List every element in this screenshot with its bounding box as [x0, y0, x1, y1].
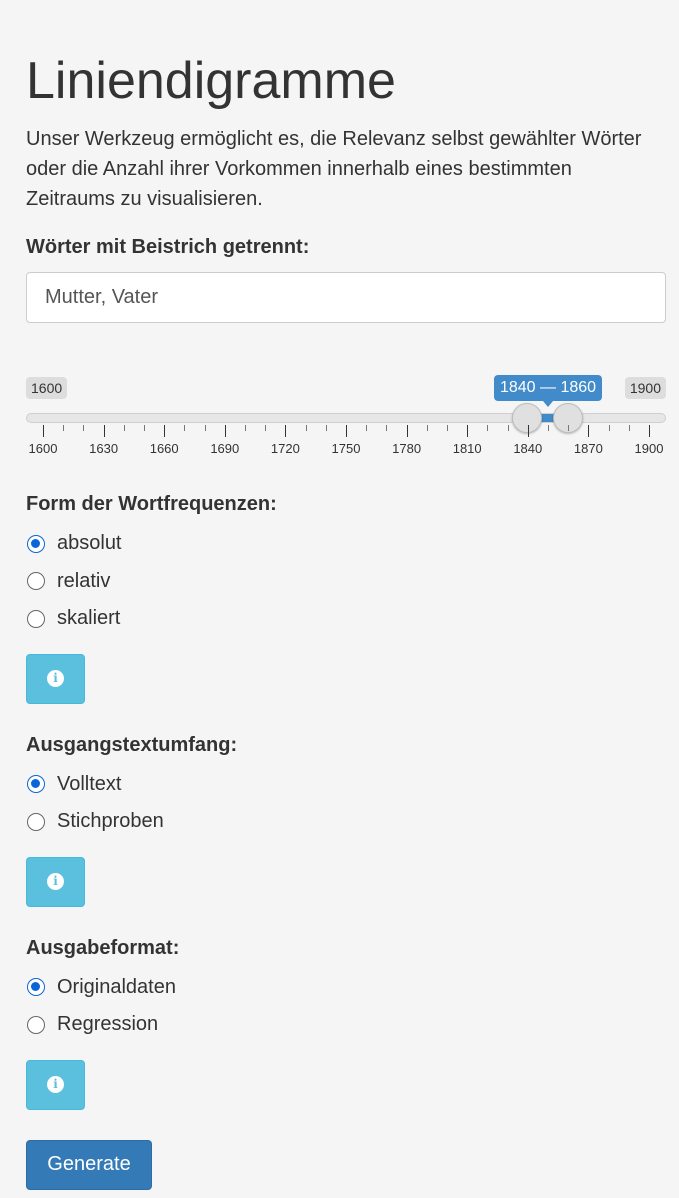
slider-tick-label: 1900: [634, 441, 664, 456]
radio-label: absolut: [57, 532, 122, 555]
frequency-label: Form der Wortfrequenzen:: [26, 493, 277, 515]
slider-major-tick: [527, 425, 529, 437]
radio-button[interactable]: [27, 812, 45, 831]
slider-minor-tick: [265, 425, 267, 431]
info-circle-icon: i: [47, 1076, 64, 1093]
radio-button[interactable]: [27, 609, 45, 628]
scope-radio-group: Volltext Stichproben: [26, 766, 666, 841]
output-label: Ausgabeformat:: [26, 936, 180, 959]
slider-major-tick: [346, 425, 347, 437]
radio-relativ[interactable]: relativ: [26, 563, 666, 601]
slider-major-tick: [103, 425, 105, 437]
slider-ticks: 1600 1630 1660 1690 1720 1750 1780 1810 1840 1870…: [26, 423, 666, 463]
radio-button[interactable]: [27, 572, 45, 591]
slider-tick-label: 1600: [28, 441, 58, 456]
words-input[interactable]: [26, 272, 666, 323]
year-range-slider[interactable]: 1600 1900 1840 — 1860 1600 1630 1660 1690 17…: [26, 363, 666, 463]
slider-minor-tick: [386, 425, 388, 431]
radio-label: relativ: [57, 569, 111, 592]
intro-text: Unser Werkzeug ermöglicht es, die Releva…: [26, 128, 642, 210]
slider-tick-label: 1780: [392, 441, 422, 456]
slider-tick-label: 1720: [270, 441, 300, 456]
slider-major-tick: [224, 425, 226, 437]
radio-button-checked[interactable]: [27, 775, 45, 794]
slider-minor-tick: [63, 425, 65, 431]
slider-minor-tick: [245, 425, 246, 431]
slider-major-tick: [164, 425, 166, 437]
generate-button[interactable]: Generate: [26, 1139, 152, 1190]
slider-minor-tick: [628, 425, 630, 431]
slider-major-tick: [588, 425, 590, 437]
radio-label: Stichproben: [57, 810, 164, 833]
radio-button-checked[interactable]: [27, 978, 45, 997]
frequency-radio-group: absolut relativ skaliert: [26, 525, 666, 638]
radio-label: Volltext: [57, 772, 122, 795]
output-info-button[interactable]: i: [26, 1059, 85, 1110]
radio-label: Regression: [57, 1013, 159, 1036]
slider-minor-tick: [548, 425, 549, 431]
slider-major-tick: [43, 425, 44, 437]
slider-minor-tick: [568, 425, 570, 431]
slider-minor-tick: [144, 425, 145, 431]
slider-tick-label: 1660: [149, 441, 179, 456]
words-label: Wörter mit Beistrich getrennt:: [26, 236, 310, 258]
slider-minor-tick: [204, 425, 206, 431]
slider-minor-tick: [426, 425, 428, 431]
slider-minor-tick: [447, 425, 448, 431]
slider-major-tick: [649, 425, 650, 437]
radio-volltext[interactable]: Volltext: [26, 766, 666, 804]
output-radio-group: Originaldaten Regression: [26, 969, 666, 1044]
slider-tick-label: 1840: [513, 441, 543, 456]
radio-regression[interactable]: Regression: [26, 1006, 666, 1044]
radio-absolut[interactable]: absolut: [26, 525, 666, 563]
info-circle-icon: i: [47, 873, 64, 890]
slider-min-label: 1600: [26, 377, 68, 399]
slider-minor-tick: [305, 425, 307, 431]
radio-skaliert[interactable]: skaliert: [26, 600, 666, 638]
info-circle-icon: i: [47, 670, 64, 687]
slider-minor-tick: [123, 425, 125, 431]
slider-major-tick: [467, 425, 469, 437]
slider-major-tick: [406, 425, 408, 437]
slider-minor-tick: [608, 425, 610, 431]
page-title: Liniendigramme: [26, 52, 396, 110]
slider-minor-tick: [507, 425, 509, 431]
radio-label: skaliert: [57, 607, 121, 630]
radio-originaldaten[interactable]: Originaldaten: [26, 969, 666, 1007]
slider-major-tick: [285, 425, 287, 437]
slider-minor-tick: [487, 425, 489, 431]
slider-minor-tick: [184, 425, 186, 431]
radio-button[interactable]: [27, 1015, 45, 1034]
slider-tick-label: 1690: [210, 441, 240, 456]
slider-minor-tick: [325, 425, 327, 431]
main-container: Liniendigramme Unser Werkzeug ermöglicht…: [0, 0, 679, 1190]
scope-info-button[interactable]: i: [26, 856, 85, 907]
slider-tick-label: 1630: [89, 441, 119, 456]
scope-label: Ausgangstextumfang:: [26, 733, 238, 756]
slider-tick-label: 1750: [331, 441, 361, 456]
slider-minor-tick: [366, 425, 368, 431]
slider-minor-tick: [83, 425, 85, 431]
slider-range-label: 1840 — 1860: [494, 375, 602, 407]
slider-max-label: 1900: [624, 377, 666, 399]
slider-tick-label: 1810: [452, 441, 482, 456]
radio-button-checked[interactable]: [27, 534, 45, 553]
slider-tick-label: 1870: [573, 441, 603, 456]
radio-stichproben[interactable]: Stichproben: [26, 803, 666, 841]
radio-label: Originaldaten: [57, 975, 176, 998]
frequency-info-button[interactable]: i: [26, 653, 85, 704]
